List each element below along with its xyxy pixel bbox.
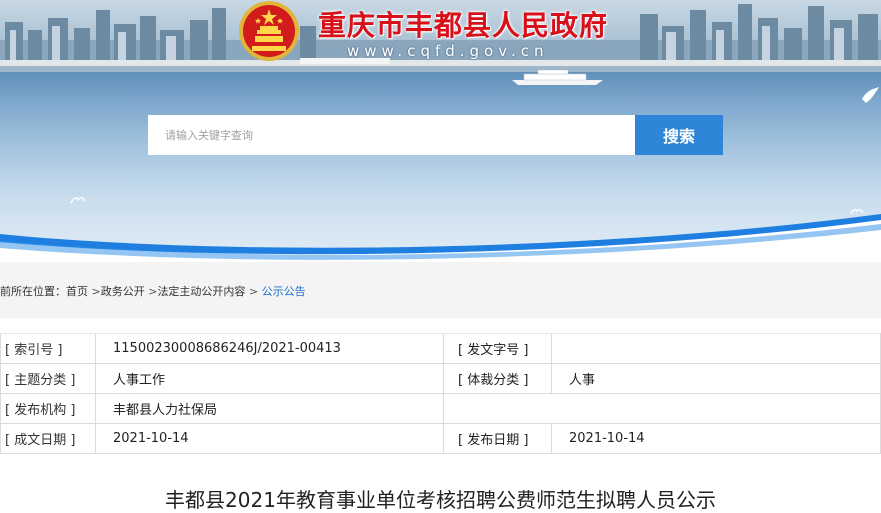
breadcrumb: 前所在位置：首页 >政务公开 >法定主动公开内容 > 公示公告 xyxy=(0,283,306,299)
publisher-label: [ 发布机构 ] xyxy=(0,393,96,424)
breadcrumb-home[interactable]: 首页 xyxy=(66,285,88,298)
seagull-icon xyxy=(862,87,879,103)
breadcrumb-statutory-disclosure[interactable]: 法定主动公开内容 xyxy=(157,285,245,298)
table-row: [ 发布机构 ] 丰都县人力社保局 xyxy=(0,393,881,424)
topic-label: [ 主题分类 ] xyxy=(0,363,96,394)
breadcrumb-separator: > xyxy=(91,285,101,298)
search-input[interactable] xyxy=(148,115,635,155)
national-emblem-icon xyxy=(239,1,299,61)
blue-wave-decoration xyxy=(0,214,881,262)
ferry-boat-icon xyxy=(512,70,603,85)
created-date-label: [ 成文日期 ] xyxy=(0,423,96,454)
search-button[interactable]: 搜索 xyxy=(635,115,723,155)
topic-value: 人事工作 xyxy=(95,363,444,394)
table-row: [ 主题分类 ] 人事工作 [ 体裁分类 ] 人事 xyxy=(0,363,881,394)
created-date-value: 2021-10-14 xyxy=(95,423,444,454)
seagull-icon xyxy=(70,197,86,204)
genre-value: 人事 xyxy=(551,363,881,394)
breadcrumb-prefix: 前所在位置： xyxy=(0,285,66,298)
seagull-icon xyxy=(850,209,864,215)
index-label: [ 索引号 ] xyxy=(0,333,96,364)
index-value: 11500230008686246J/2021-00413 xyxy=(95,333,444,364)
document-info-table: [ 索引号 ] 11500230008686246J/2021-00413 [ … xyxy=(0,333,881,454)
doc-number-label: [ 发文字号 ] xyxy=(443,333,552,364)
doc-number-value xyxy=(551,333,881,364)
breadcrumb-separator: > xyxy=(248,285,259,298)
table-row: [ 索引号 ] 11500230008686246J/2021-00413 [ … xyxy=(0,333,881,364)
publisher-value: 丰都县人力社保局 xyxy=(95,393,444,424)
publisher-spacer xyxy=(443,393,881,424)
article-title: 丰都县2021年教育事业单位考核招聘公费师范生拟聘人员公示 xyxy=(165,488,716,512)
published-date-value: 2021-10-14 xyxy=(551,423,881,454)
breadcrumb-gov-affairs[interactable]: 政务公开 xyxy=(101,285,145,298)
site-title[interactable]: 重庆市丰都县人民政府 xyxy=(318,4,608,44)
breadcrumb-announcements[interactable]: 公示公告 xyxy=(262,285,306,298)
table-row: [ 成文日期 ] 2021-10-14 [ 发布日期 ] 2021-10-14 xyxy=(0,423,881,454)
header-banner: 重庆市丰都县人民政府 www.cqfd.gov.cn 搜索 xyxy=(0,0,881,262)
published-date-label: [ 发布日期 ] xyxy=(443,423,552,454)
site-url: www.cqfd.gov.cn xyxy=(347,42,549,60)
genre-label: [ 体裁分类 ] xyxy=(443,363,552,394)
